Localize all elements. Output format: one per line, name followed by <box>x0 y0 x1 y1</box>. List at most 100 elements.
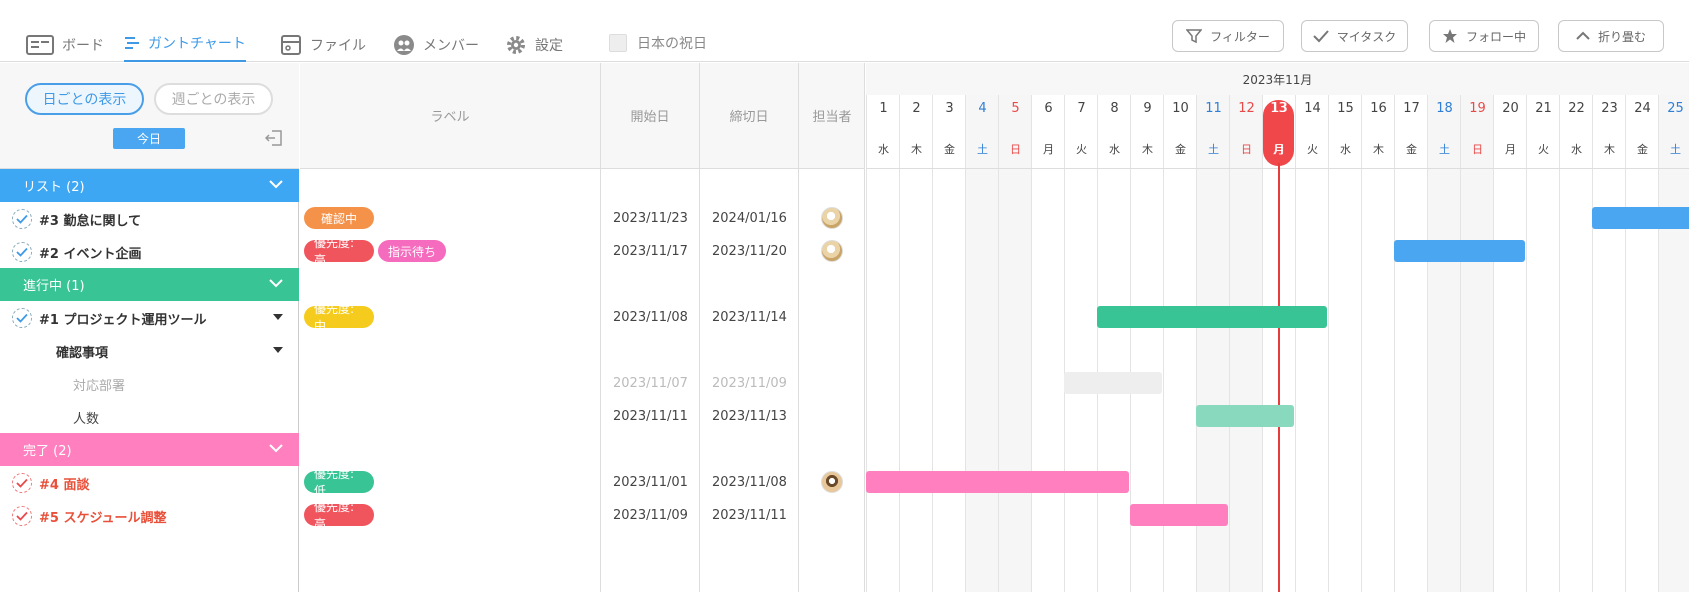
task-row[interactable]: #3 勤怠に関して <box>0 202 299 235</box>
assignee-column-header: 担当者 <box>799 63 865 169</box>
task-row[interactable]: #5 スケジュール調整 <box>0 499 299 532</box>
start-date[interactable]: 2023/11/08 <box>613 301 688 334</box>
gantt-bar[interactable] <box>1130 504 1228 526</box>
gantt-bar[interactable] <box>1097 306 1327 328</box>
subtask-title[interactable]: 人数 <box>73 408 99 427</box>
start-date[interactable]: 2023/11/17 <box>613 235 688 268</box>
filter-icon <box>1186 29 1203 44</box>
avatar[interactable] <box>821 240 843 262</box>
board-icon <box>26 35 54 55</box>
check-icon <box>1313 30 1329 43</box>
expand-caret-icon[interactable] <box>273 347 283 353</box>
gantt-bar[interactable] <box>866 471 1129 493</box>
month-label: 2023年11月 <box>866 63 1689 95</box>
task-row[interactable]: #1 プロジェクト運用ツール <box>0 301 299 334</box>
group-done-label: 完了 (2) <box>23 444 72 459</box>
task-check-icon[interactable] <box>12 209 32 229</box>
due-date[interactable]: 2023/11/08 <box>712 466 787 499</box>
task-check-icon[interactable] <box>12 242 32 262</box>
gantt-chart: 1 水 2 木 3 金 4 土 5 日 6 月 7 火 8 水 9 木 10 金 11 土 12 日 13 月 14 火 15 水 16 木 1… <box>866 63 1689 592</box>
start-date[interactable]: 2023/11/23 <box>613 202 688 235</box>
holiday-toggle[interactable]: 日本の祝日 <box>609 33 707 53</box>
day-view-button[interactable]: 日ごとの表示 <box>25 83 144 115</box>
tab-gantt-label: ガントチャート <box>148 36 246 52</box>
tab-members[interactable]: メンバー <box>393 28 479 62</box>
gear-icon <box>507 36 525 54</box>
exit-panel-icon[interactable] <box>265 129 283 147</box>
column-divider <box>864 63 865 592</box>
avatar[interactable] <box>821 471 843 493</box>
star-icon <box>1442 29 1457 43</box>
column-divider <box>699 63 700 592</box>
group-done[interactable]: 完了 (2) <box>0 433 299 466</box>
avatar[interactable] <box>821 207 843 229</box>
tab-settings-label: 設定 <box>535 38 563 54</box>
chevron-down-icon[interactable] <box>268 276 284 290</box>
my-tasks-button[interactable]: マイタスク <box>1301 20 1408 52</box>
label-badge[interactable]: 優先度:低 <box>304 467 374 498</box>
due-date[interactable]: 2023/11/14 <box>712 301 787 334</box>
chevron-down-icon[interactable] <box>268 177 284 191</box>
subtask-group-row[interactable]: 確認事項 <box>0 334 299 367</box>
group-in-progress[interactable]: 進行中 (1) <box>0 268 299 301</box>
following-label: フォロー中 <box>1465 29 1526 44</box>
start-date[interactable]: 2023/11/07 <box>613 367 688 400</box>
task-done-check-icon[interactable] <box>12 506 32 526</box>
task-title[interactable]: #4 面談 <box>39 474 89 493</box>
task-row[interactable]: #4 面談 <box>0 466 299 499</box>
column-divider <box>600 63 601 592</box>
label-badge[interactable]: 指示待ち <box>378 240 446 262</box>
due-date[interactable]: 2023/11/09 <box>712 367 787 400</box>
task-title[interactable]: #5 スケジュール調整 <box>39 507 167 526</box>
group-list[interactable]: リスト (2) <box>0 169 299 202</box>
week-view-button[interactable]: 週ごとの表示 <box>154 83 273 115</box>
tab-settings[interactable]: 設定 <box>505 28 563 62</box>
holiday-checkbox-label: 日本の祝日 <box>637 36 707 52</box>
task-title[interactable]: #3 勤怠に関して <box>39 210 141 229</box>
task-title[interactable]: #1 プロジェクト運用ツール <box>39 309 206 328</box>
file-icon <box>281 35 301 55</box>
label-badge[interactable]: 確認中 <box>304 207 374 229</box>
start-date[interactable]: 2023/11/11 <box>613 400 688 433</box>
today-button[interactable]: 今日 <box>113 128 185 149</box>
my-tasks-label: マイタスク <box>1336 29 1397 44</box>
subtask-group-title[interactable]: 確認事項 <box>56 342 108 361</box>
task-title[interactable]: #2 イベント企画 <box>39 243 141 262</box>
label-badge[interactable]: 優先度:高 <box>304 500 374 531</box>
collapse-label: 折り畳む <box>1597 29 1646 44</box>
tab-board-label: ボード <box>62 38 104 54</box>
tab-board[interactable]: ボード <box>26 28 104 62</box>
task-columns: ラベル 開始日 締切日 担当者 確認中 2023/11/23 2024/01/1… <box>300 63 865 592</box>
gantt-bar[interactable] <box>1196 405 1294 427</box>
following-button[interactable]: フォロー中 <box>1429 20 1539 52</box>
start-date[interactable]: 2023/11/01 <box>613 466 688 499</box>
gantt-bar[interactable] <box>1064 372 1162 394</box>
due-date[interactable]: 2023/11/20 <box>712 235 787 268</box>
due-date[interactable]: 2023/11/11 <box>712 499 787 532</box>
tab-files-label: ファイル <box>310 38 366 54</box>
task-row[interactable]: #2 イベント企画 <box>0 235 299 268</box>
start-column-header: 開始日 <box>601 63 699 169</box>
filter-button-label: フィルター <box>1210 29 1270 44</box>
task-list-panel: 日ごとの表示 週ごとの表示 今日 リスト (2) #3 勤怠に関して #2 イベ… <box>0 63 299 592</box>
due-date[interactable]: 2024/01/16 <box>712 202 787 235</box>
label-badge[interactable]: 優先度:高 <box>304 236 374 267</box>
members-icon <box>394 35 414 55</box>
gantt-bar[interactable] <box>1592 207 1689 229</box>
expand-caret-icon[interactable] <box>273 314 283 320</box>
holiday-checkbox[interactable] <box>609 34 627 52</box>
tab-files[interactable]: ファイル <box>280 28 366 62</box>
tab-gantt[interactable]: ガントチャート <box>124 28 246 62</box>
gantt-bar[interactable] <box>1394 240 1525 262</box>
subtask-title[interactable]: 対応部署 <box>73 375 125 394</box>
due-date[interactable]: 2023/11/13 <box>712 400 787 433</box>
column-divider <box>798 63 799 592</box>
task-check-icon[interactable] <box>12 308 32 328</box>
group-in-progress-label: 進行中 (1) <box>23 279 85 294</box>
task-done-check-icon[interactable] <box>12 473 32 493</box>
start-date[interactable]: 2023/11/09 <box>613 499 688 532</box>
label-badge[interactable]: 優先度:中 <box>304 302 374 333</box>
filter-button[interactable]: フィルター <box>1172 20 1284 52</box>
chevron-down-icon[interactable] <box>268 441 284 455</box>
collapse-button[interactable]: 折り畳む <box>1558 20 1664 52</box>
